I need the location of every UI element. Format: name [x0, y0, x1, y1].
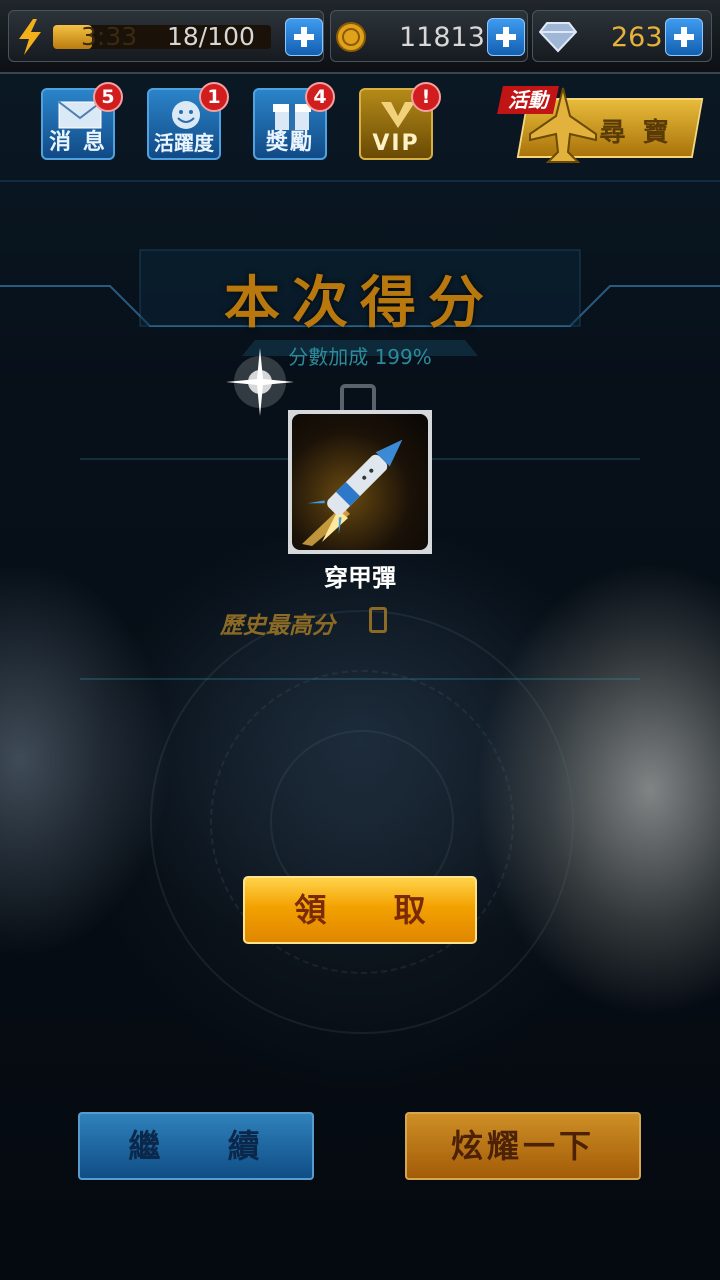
energy-count: 18/100	[167, 22, 255, 51]
rewards-button[interactable]: 獎勵 4	[253, 82, 335, 160]
rewards-badge: 4	[305, 82, 335, 112]
show-off-button[interactable]: 炫耀一下	[405, 1112, 641, 1180]
gold-panel: 11813	[330, 10, 528, 62]
reward-item-slot[interactable]	[288, 410, 432, 554]
vip-label: VIP	[372, 131, 420, 156]
space-background	[0, 0, 720, 1280]
messages-label: 消 息	[49, 130, 107, 155]
divider	[80, 678, 640, 680]
missile-icon	[302, 439, 403, 546]
vip-badge: !	[411, 82, 441, 112]
diamond-icon	[539, 22, 577, 53]
gold-amount: 11813	[399, 22, 485, 53]
event-tag-label: 活動	[508, 88, 548, 112]
rewards-label: 獎勵	[265, 130, 314, 155]
activity-badge: 1	[199, 82, 229, 112]
activity-button[interactable]: 活躍度 1	[147, 82, 229, 160]
messages-button[interactable]: 消 息 5	[41, 82, 123, 160]
treasure-hunt-label: 尋 寶	[599, 118, 673, 148]
add-energy-button[interactable]	[285, 18, 323, 56]
reward-item-art	[292, 414, 428, 550]
event-tag: 活動	[497, 86, 559, 114]
messages-badge: 5	[93, 82, 123, 112]
reward-item-name: 穿甲彈	[324, 564, 396, 592]
add-gold-button[interactable]	[487, 18, 525, 56]
high-score-label: 歷史最高分	[220, 613, 335, 639]
coin-icon	[336, 22, 366, 52]
lightning-icon	[19, 19, 41, 55]
diamond-panel: 263	[532, 10, 712, 62]
resource-bar: 3:33 18/100 11813 263	[0, 0, 720, 74]
continue-button[interactable]: 繼 續	[78, 1112, 314, 1180]
high-score-digit-placeholder	[369, 607, 387, 633]
claim-button[interactable]: 領 取	[243, 876, 477, 944]
energy-timer: 3:33	[81, 22, 138, 51]
divider	[0, 180, 720, 182]
energy-panel: 3:33 18/100	[8, 10, 324, 62]
add-diamond-button[interactable]	[665, 18, 703, 56]
score-title: 本次得分	[224, 271, 496, 336]
vip-button[interactable]: VIP !	[359, 82, 441, 160]
sparkle-icon	[226, 348, 294, 416]
activity-label: 活躍度	[154, 131, 214, 155]
diamond-amount: 263	[611, 22, 663, 53]
